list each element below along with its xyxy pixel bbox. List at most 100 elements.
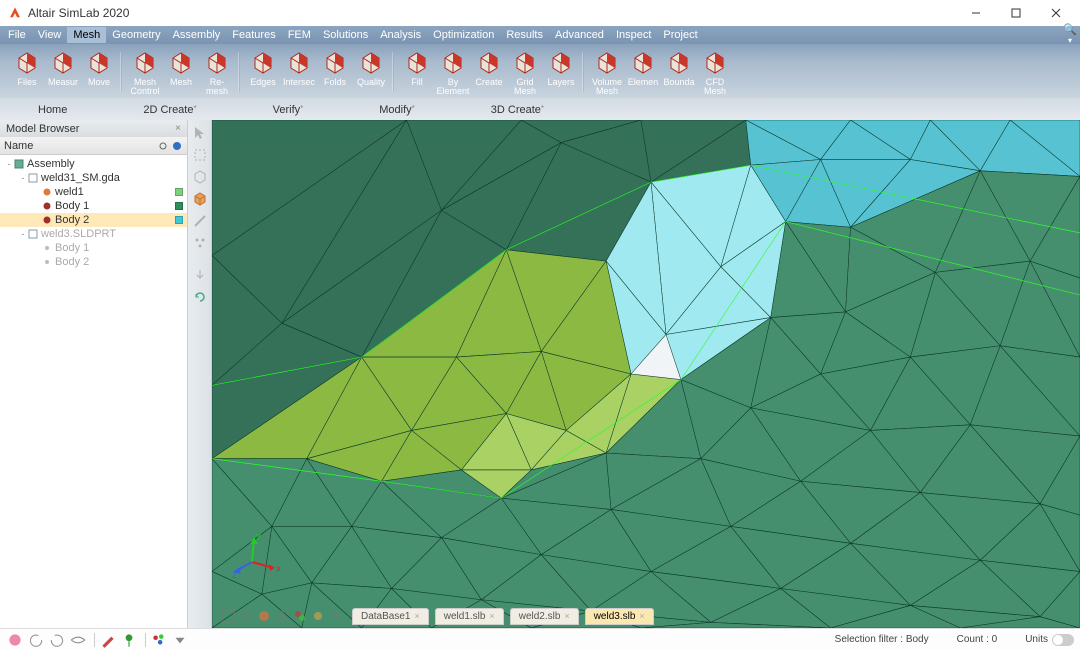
sb-palette-icon[interactable] xyxy=(150,631,168,649)
subtab-2d-create[interactable]: 2D Create* xyxy=(105,100,234,120)
sb-dropdown-icon[interactable] xyxy=(171,631,189,649)
mesh-render: .e{stroke:#0a3a2a;stroke-width:.5;fill-o… xyxy=(212,120,1080,628)
select-box-icon[interactable] xyxy=(191,146,209,164)
tree-item-weld3-sldprt[interactable]: -weld3.SLDPRT xyxy=(0,227,187,241)
menu-file[interactable]: File xyxy=(2,27,32,43)
select-face-icon[interactable] xyxy=(191,168,209,186)
titlebar: Altair SimLab 2020 xyxy=(0,0,1080,26)
ribbon-layers[interactable]: Layers xyxy=(544,48,578,96)
ribbon-re-mesh[interactable]: Re-mesh xyxy=(200,48,234,96)
ribbon-folds[interactable]: Folds xyxy=(318,48,352,96)
subtab-3d-create[interactable]: 3D Create* xyxy=(453,100,582,120)
menu-optimization[interactable]: Optimization xyxy=(427,27,500,43)
vertical-toolbar xyxy=(188,120,212,628)
ribbon-create[interactable]: Create xyxy=(472,48,506,96)
menu-mesh[interactable]: Mesh xyxy=(67,27,106,43)
sb-hide-icon[interactable] xyxy=(69,631,87,649)
menu-advanced[interactable]: Advanced xyxy=(549,27,610,43)
units-toggle[interactable] xyxy=(1052,634,1074,646)
subtab-verify[interactable]: Verify* xyxy=(235,100,342,120)
vp-persp-icon[interactable] xyxy=(274,608,290,624)
ribbon-volume-mesh[interactable]: VolumeMesh xyxy=(590,48,624,96)
svg-text:Y: Y xyxy=(256,533,262,542)
ribbon-edges[interactable]: Edges xyxy=(246,48,280,96)
tree-item-body-2[interactable]: Body 2 xyxy=(0,255,187,269)
app-title: Altair SimLab 2020 xyxy=(28,6,956,20)
menu-analysis[interactable]: Analysis xyxy=(374,27,427,43)
ribbon-boundary[interactable]: Bounda xyxy=(662,48,696,96)
status-bar: Selection filter : Body Count : 0 Units xyxy=(0,628,1080,650)
menu-geometry[interactable]: Geometry xyxy=(106,27,166,43)
vp-shade-icon[interactable] xyxy=(256,608,272,624)
menu-solutions[interactable]: Solutions xyxy=(317,27,374,43)
select-arrow-icon[interactable] xyxy=(191,124,209,142)
ribbon-files[interactable]: Files xyxy=(10,48,44,96)
ribbon-element-boundary[interactable]: Elemen xyxy=(626,48,660,96)
tree-item-assembly[interactable]: -Assembly xyxy=(0,157,187,171)
panel-title: Model Browser × xyxy=(0,120,187,137)
ribbon-by-element[interactable]: ByElement xyxy=(436,48,470,96)
ribbon-grid-mesh[interactable]: GridMesh xyxy=(508,48,542,96)
tree-item-weld31-sm-gda[interactable]: -weld31_SM.gda xyxy=(0,171,187,185)
sb-home-icon[interactable] xyxy=(6,631,24,649)
app-logo-icon xyxy=(8,6,22,20)
ribbon-mesh[interactable]: Mesh xyxy=(164,48,198,96)
select-node-icon[interactable] xyxy=(191,234,209,252)
count-label: Count : 0 xyxy=(957,634,998,645)
subtab-home[interactable]: Home xyxy=(0,100,105,120)
vptab-database1[interactable]: DataBase1× xyxy=(352,608,429,625)
ribbon-quality[interactable]: Quality xyxy=(354,48,388,96)
sb-pin-icon[interactable] xyxy=(120,631,138,649)
tree-item-body-1[interactable]: Body 1 xyxy=(0,241,187,255)
ribbon-measure[interactable]: Measur xyxy=(46,48,80,96)
menu-view[interactable]: View xyxy=(32,27,68,43)
model-tree: -Assembly-weld31_SM.gdaweld1Body 1Body 2… xyxy=(0,155,187,628)
ribbon: FilesMeasurMove MeshControlMeshRe-mesh Edg… xyxy=(0,44,1080,98)
select-body-icon[interactable] xyxy=(191,190,209,208)
refresh-icon[interactable] xyxy=(191,288,209,306)
header-color-icon[interactable] xyxy=(171,140,183,152)
menu-assembly[interactable]: Assembly xyxy=(167,27,227,43)
subtab-modify[interactable]: Modify* xyxy=(341,100,453,120)
menu-fem[interactable]: FEM xyxy=(282,27,317,43)
ribbon-cfd-mesh[interactable]: CFDMesh xyxy=(698,48,732,96)
viewport-3d[interactable]: .e{stroke:#0a3a2a;stroke-width:.5;fill-o… xyxy=(212,120,1080,628)
vp-dropdown-icon[interactable] xyxy=(328,608,344,624)
units-label: Units xyxy=(1025,634,1048,645)
model-browser-panel: Model Browser × Name -Assembly-weld31_SM… xyxy=(0,120,188,628)
menubar: FileViewMeshGeometryAssemblyFeaturesFEMS… xyxy=(0,26,1080,44)
panel-title-text: Model Browser xyxy=(6,123,79,135)
ribbon-fill[interactable]: Fill xyxy=(400,48,434,96)
ribbon-mesh-control[interactable]: MeshControl xyxy=(128,48,162,96)
vp-fit-icon[interactable] xyxy=(220,608,236,624)
maximize-button[interactable] xyxy=(996,0,1036,26)
vptab-weld1-slb[interactable]: weld1.slb× xyxy=(435,608,504,625)
arrow-down-icon[interactable] xyxy=(191,266,209,284)
select-edge-icon[interactable] xyxy=(191,212,209,230)
tree-item-body-1[interactable]: Body 1 xyxy=(0,199,187,213)
header-visibility-icon[interactable] xyxy=(157,140,169,152)
panel-close-icon[interactable]: × xyxy=(175,123,181,134)
vptab-weld3-slb[interactable]: weld3.slb× xyxy=(585,608,654,625)
menu-inspect[interactable]: Inspect xyxy=(610,27,657,43)
svg-text:Z: Z xyxy=(232,571,237,580)
browser-header: Name xyxy=(0,137,187,155)
menu-features[interactable]: Features xyxy=(226,27,281,43)
vptab-weld2-slb[interactable]: weld2.slb× xyxy=(510,608,579,625)
vp-wire-icon[interactable] xyxy=(238,608,254,624)
menu-project[interactable]: Project xyxy=(657,27,703,43)
vp-light-icon[interactable] xyxy=(310,608,326,624)
minimize-button[interactable] xyxy=(956,0,996,26)
sb-undo-icon[interactable] xyxy=(27,631,45,649)
tree-item-body-2[interactable]: Body 2 xyxy=(0,213,187,227)
selection-filter-label: Selection filter : Body xyxy=(835,634,929,645)
sb-pencil-icon[interactable] xyxy=(99,631,117,649)
menu-results[interactable]: Results xyxy=(500,27,549,43)
ribbon-intersections[interactable]: Intersec xyxy=(282,48,316,96)
viewport-bottom-bar: DataBase1× weld1.slb× weld2.slb× weld3.slb× xyxy=(220,606,1072,626)
sb-redo-icon[interactable] xyxy=(48,631,66,649)
tree-item-weld1[interactable]: weld1 xyxy=(0,185,187,199)
svg-text:X: X xyxy=(276,565,280,574)
vp-color-icon[interactable] xyxy=(292,608,308,624)
ribbon-move[interactable]: Move xyxy=(82,48,116,96)
